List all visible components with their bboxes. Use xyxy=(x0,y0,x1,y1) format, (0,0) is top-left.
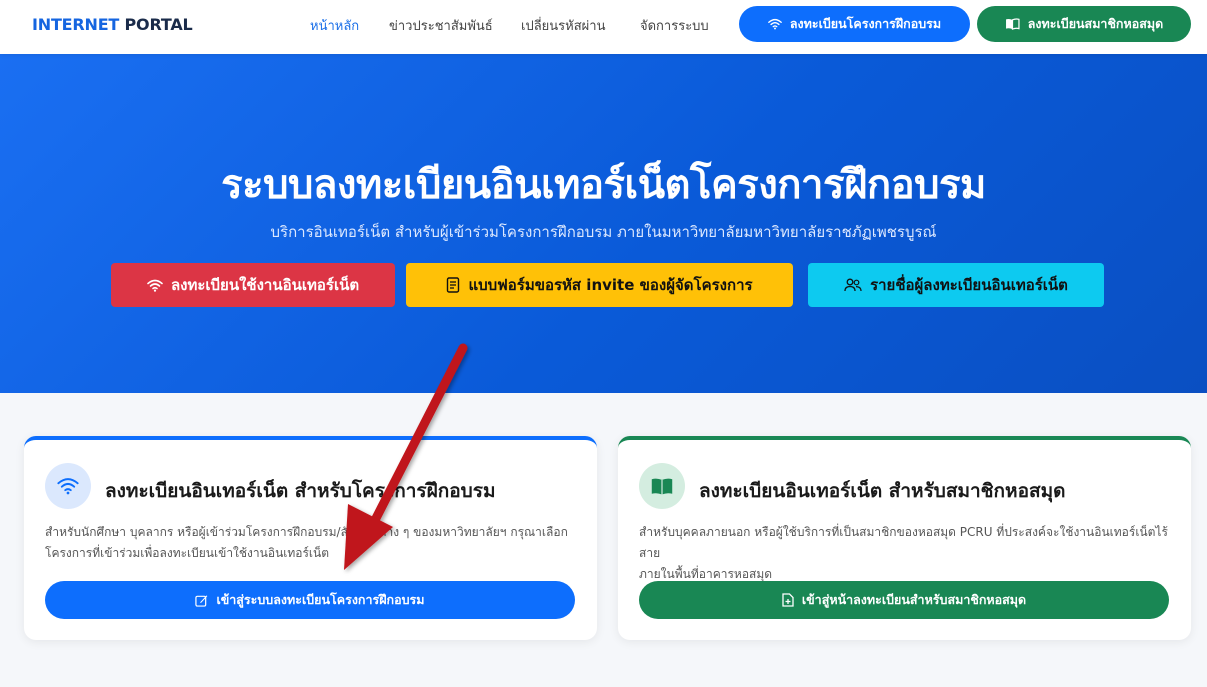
people-icon xyxy=(844,278,862,292)
registrant-list-label: รายชื่อผู้ลงทะเบียนอินเทอร์เน็ต xyxy=(870,276,1068,294)
library-card-title: ลงทะเบียนอินเทอร์เน็ต สำหรับสมาชิกหอสมุด xyxy=(699,480,1066,502)
wifi-icon xyxy=(768,18,782,30)
navbar: INTERNET PORTAL หน้าหลัก ข่าวประชาสัมพัน… xyxy=(0,0,1207,54)
training-card-desc-line1: สำหรับนักศึกษา บุคลากร หรือผู้เข้าร่วมโค… xyxy=(45,525,568,539)
brand-logo[interactable]: INTERNET PORTAL xyxy=(32,15,193,34)
hero-subtitle: บริการอินเทอร์เน็ต สำหรับผู้เข้าร่วมโครง… xyxy=(270,223,937,241)
form-icon xyxy=(446,277,460,293)
nav-library-register-button[interactable]: ลงทะเบียนสมาชิกหอสมุด xyxy=(977,6,1191,42)
nav-link-home[interactable]: หน้าหลัก xyxy=(310,15,359,36)
wifi-icon xyxy=(45,463,91,509)
enter-library-register-button[interactable]: เข้าสู่หน้าลงทะเบียนสำหรับสมาชิกหอสมุด xyxy=(639,581,1169,619)
nav-link-news[interactable]: ข่าวประชาสัมพันธ์ xyxy=(389,15,493,36)
nav-training-register-label: ลงทะเบียนโครงการฝึกอบรม xyxy=(789,16,942,31)
edit-icon xyxy=(195,594,208,607)
registrant-list-button[interactable]: รายชื่อผู้ลงทะเบียนอินเทอร์เน็ต xyxy=(808,263,1104,307)
hero-section: ระบบลงทะเบียนอินเทอร์เน็ตโครงการฝึกอบรม … xyxy=(0,54,1207,393)
brand-part2: PORTAL xyxy=(124,15,193,34)
nav-library-register-label: ลงทะเบียนสมาชิกหอสมุด xyxy=(1027,16,1164,31)
library-card-description: สำหรับบุคคลภายนอก หรือผู้ใช้บริการที่เป็… xyxy=(639,522,1169,585)
hero-title: ระบบลงทะเบียนอินเทอร์เน็ตโครงการฝึกอบรม xyxy=(221,162,986,208)
invite-code-form-label: แบบฟอร์มขอรหัส invite ของผู้จัดโครงการ xyxy=(468,276,753,294)
library-card-desc-line1: สำหรับบุคคลภายนอก หรือผู้ใช้บริการที่เป็… xyxy=(639,525,1168,560)
wifi-icon xyxy=(147,279,163,292)
training-register-card: ลงทะเบียนอินเทอร์เน็ต สำหรับโครงการฝึกอบ… xyxy=(24,436,597,640)
register-internet-button[interactable]: ลงทะเบียนใช้งานอินเทอร์เน็ต xyxy=(111,263,395,307)
invite-code-form-button[interactable]: แบบฟอร์มขอรหัส invite ของผู้จัดโครงการ xyxy=(406,263,793,307)
book-icon xyxy=(1005,18,1020,30)
library-register-card: ลงทะเบียนอินเทอร์เน็ต สำหรับสมาชิกหอสมุด… xyxy=(618,436,1191,640)
file-plus-icon xyxy=(782,593,794,607)
enter-library-register-label: เข้าสู่หน้าลงทะเบียนสำหรับสมาชิกหอสมุด xyxy=(801,592,1027,607)
enter-training-register-button[interactable]: เข้าสู่ระบบลงทะเบียนโครงการฝึกอบรม xyxy=(45,581,575,619)
nav-link-admin[interactable]: จัดการระบบ xyxy=(640,15,709,36)
book-icon xyxy=(639,463,685,509)
training-card-description: สำหรับนักศึกษา บุคลากร หรือผู้เข้าร่วมโค… xyxy=(45,522,575,564)
register-internet-label: ลงทะเบียนใช้งานอินเทอร์เน็ต xyxy=(170,276,360,294)
training-card-title: ลงทะเบียนอินเทอร์เน็ต สำหรับโครงการฝึกอบ… xyxy=(105,480,496,502)
enter-training-register-label: เข้าสู่ระบบลงทะเบียนโครงการฝึกอบรม xyxy=(216,592,425,607)
training-card-desc-line2: โครงการที่เข้าร่วมเพื่อลงทะเบียนเข้าใช้ง… xyxy=(45,546,330,560)
nav-training-register-button[interactable]: ลงทะเบียนโครงการฝึกอบรม xyxy=(739,6,970,42)
nav-link-change-password[interactable]: เปลี่ยนรหัสผ่าน xyxy=(521,15,605,36)
brand-part1: INTERNET xyxy=(32,15,120,34)
